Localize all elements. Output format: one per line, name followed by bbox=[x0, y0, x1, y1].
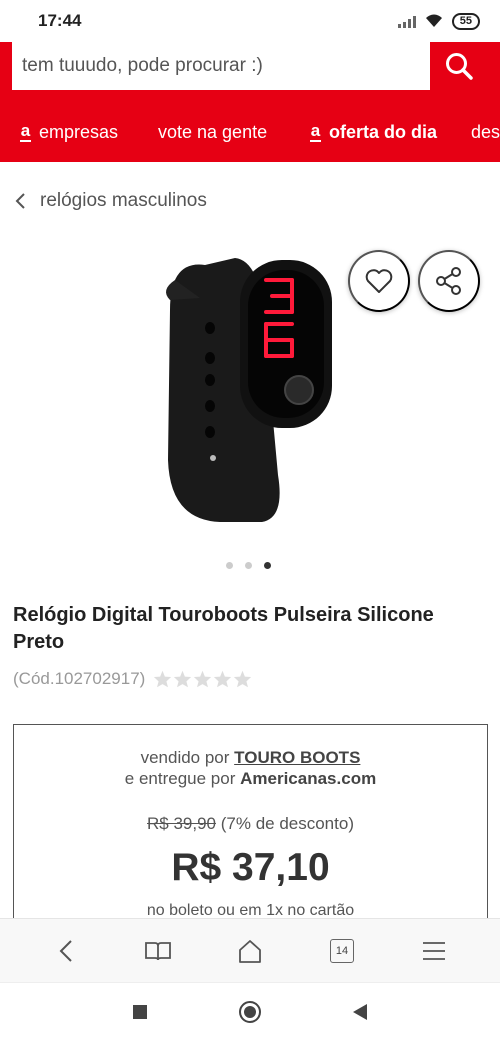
seller-link[interactable]: TOURO BOOTS bbox=[234, 748, 360, 767]
share-icon bbox=[436, 267, 461, 295]
home-icon bbox=[239, 939, 261, 963]
nav-item-vote-na-gente[interactable]: vote na gente bbox=[158, 122, 267, 143]
site-header: a empresas vote na gente a oferta do dia… bbox=[0, 42, 500, 162]
nav-item-label: vote na gente bbox=[158, 122, 268, 142]
search-icon bbox=[446, 53, 473, 80]
nav-item-label: des bbox=[471, 122, 500, 142]
nav-item-empresas[interactable]: a empresas bbox=[20, 122, 118, 143]
seller-info: vendido por TOURO BOOTS e entregue por A… bbox=[14, 747, 487, 789]
heart-icon bbox=[365, 269, 393, 293]
bookmarks-button[interactable] bbox=[138, 931, 178, 971]
sold-by-prefix: vendido por bbox=[140, 748, 230, 767]
status-bar: 17:44 55 bbox=[0, 0, 500, 42]
favorite-button[interactable] bbox=[348, 250, 410, 312]
breadcrumb[interactable]: relógios masculinos bbox=[14, 190, 207, 212]
nav-item-label: oferta do dia bbox=[329, 122, 438, 142]
back-triangle-icon[interactable] bbox=[352, 1003, 368, 1021]
breadcrumb-label: relógios masculinos bbox=[40, 190, 207, 211]
search-bar bbox=[12, 42, 488, 90]
hamburger-menu-icon bbox=[423, 941, 445, 960]
back-button[interactable] bbox=[46, 931, 86, 971]
battery-indicator: 55 bbox=[451, 12, 480, 30]
americanas-logo-icon: a bbox=[310, 120, 321, 140]
signal-icon bbox=[397, 14, 416, 28]
tabs-button[interactable]: 14 bbox=[322, 931, 362, 971]
search-input[interactable] bbox=[12, 42, 430, 90]
recents-icon[interactable] bbox=[132, 1004, 148, 1020]
star-icon bbox=[174, 670, 192, 688]
browser-toolbar: 14 bbox=[0, 918, 500, 982]
category-nav: a empresas vote na gente a oferta do dia… bbox=[0, 114, 500, 152]
search-button[interactable] bbox=[430, 42, 488, 90]
menu-button[interactable] bbox=[414, 931, 454, 971]
nav-item-des[interactable]: des bbox=[471, 122, 500, 143]
deliverer-name: Americanas.com bbox=[240, 769, 377, 788]
share-button[interactable] bbox=[418, 250, 480, 312]
book-icon bbox=[145, 941, 171, 960]
product-code-row: (Cód.102702917) bbox=[13, 669, 252, 689]
discount-text: (7% de desconto) bbox=[220, 814, 354, 833]
nav-item-oferta-do-dia[interactable]: a oferta do dia bbox=[310, 122, 437, 143]
old-price-line: R$ 39,90 (7% de desconto) bbox=[14, 814, 487, 834]
status-time: 17:44 bbox=[38, 11, 82, 30]
americanas-logo-icon: a bbox=[20, 120, 31, 140]
star-icon bbox=[194, 670, 212, 688]
home-circle-icon[interactable] bbox=[238, 1000, 262, 1024]
chevron-left-icon bbox=[59, 939, 72, 962]
system-navigation bbox=[0, 982, 500, 1041]
rating-stars[interactable] bbox=[153, 670, 252, 688]
wifi-icon bbox=[425, 14, 442, 27]
star-icon bbox=[154, 670, 172, 688]
home-button[interactable] bbox=[230, 931, 270, 971]
product-title: Relógio Digital Touroboots Pulseira Sili… bbox=[13, 604, 434, 653]
current-price: R$ 37,10 bbox=[171, 846, 330, 889]
tab-count: 14 bbox=[330, 938, 354, 963]
status-icons: 55 bbox=[397, 12, 480, 30]
nav-item-label: empresas bbox=[39, 122, 119, 142]
pager-dot[interactable] bbox=[245, 562, 252, 569]
chevron-left-icon bbox=[15, 193, 25, 209]
old-price: R$ 39,90 bbox=[147, 814, 216, 833]
pager-dot[interactable] bbox=[226, 562, 233, 569]
delivered-by-prefix: e entregue por bbox=[124, 769, 236, 788]
product-code: (Cód.102702917) bbox=[13, 669, 146, 688]
star-icon bbox=[214, 670, 232, 688]
image-pager bbox=[226, 562, 271, 569]
star-icon bbox=[234, 670, 252, 688]
pager-dot-active[interactable] bbox=[264, 562, 271, 569]
